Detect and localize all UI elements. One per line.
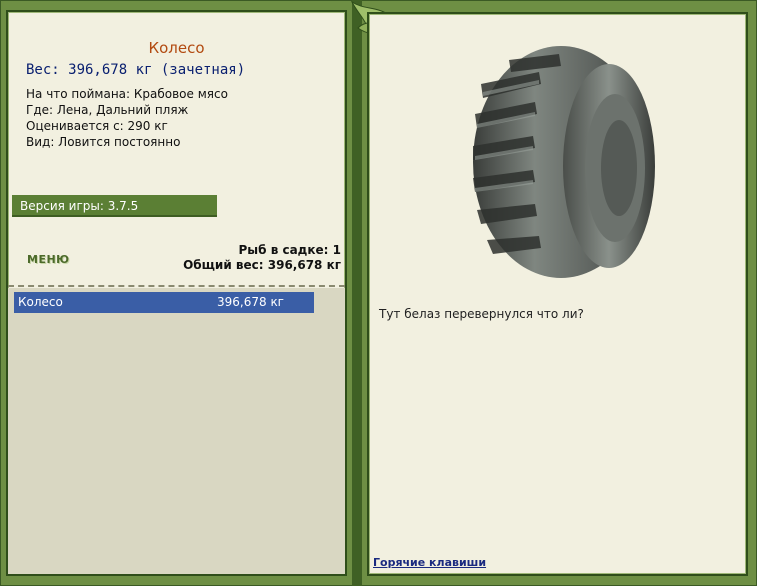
fish-description: Тут белаз перевернулся что ли? xyxy=(379,307,584,321)
cage-fish-count: Рыб в садке: 1 xyxy=(238,243,342,257)
cage-total-weight: Общий вес: 396,678 кг xyxy=(183,258,341,272)
type-info: Вид: Ловится постоянно xyxy=(26,135,181,149)
bait-info: На что поймана: Крабовое мясо xyxy=(26,87,228,101)
valued-info: Оценивается с: 290 кг xyxy=(26,119,168,133)
fish-info-panel: Колесо Вес: 396,678 кг (зачетная) На что… xyxy=(6,10,347,576)
panel-divider xyxy=(352,0,362,586)
catch-item-weight: 396,678 кг xyxy=(217,295,284,309)
fish-weight: Вес: 396,678 кг (зачетная) xyxy=(26,62,246,78)
fish-image-panel: Тут белаз перевернулся что ли? Горячие к… xyxy=(367,12,748,576)
catch-list xyxy=(8,288,345,574)
tire-image xyxy=(473,46,655,278)
catch-item-name: Колесо xyxy=(18,295,63,309)
hotkeys-link[interactable]: Горячие клавиши xyxy=(373,556,486,569)
catch-list-item[interactable]: Колесо 396,678 кг xyxy=(14,292,314,313)
fish-name-title: Колесо xyxy=(148,39,205,57)
location-info: Где: Лена, Дальний пляж xyxy=(26,103,189,117)
menu-button[interactable]: МЕНЮ xyxy=(27,253,70,266)
dashed-separator xyxy=(8,285,345,287)
game-version-bar: Версия игры: 3.7.5 xyxy=(12,195,217,217)
